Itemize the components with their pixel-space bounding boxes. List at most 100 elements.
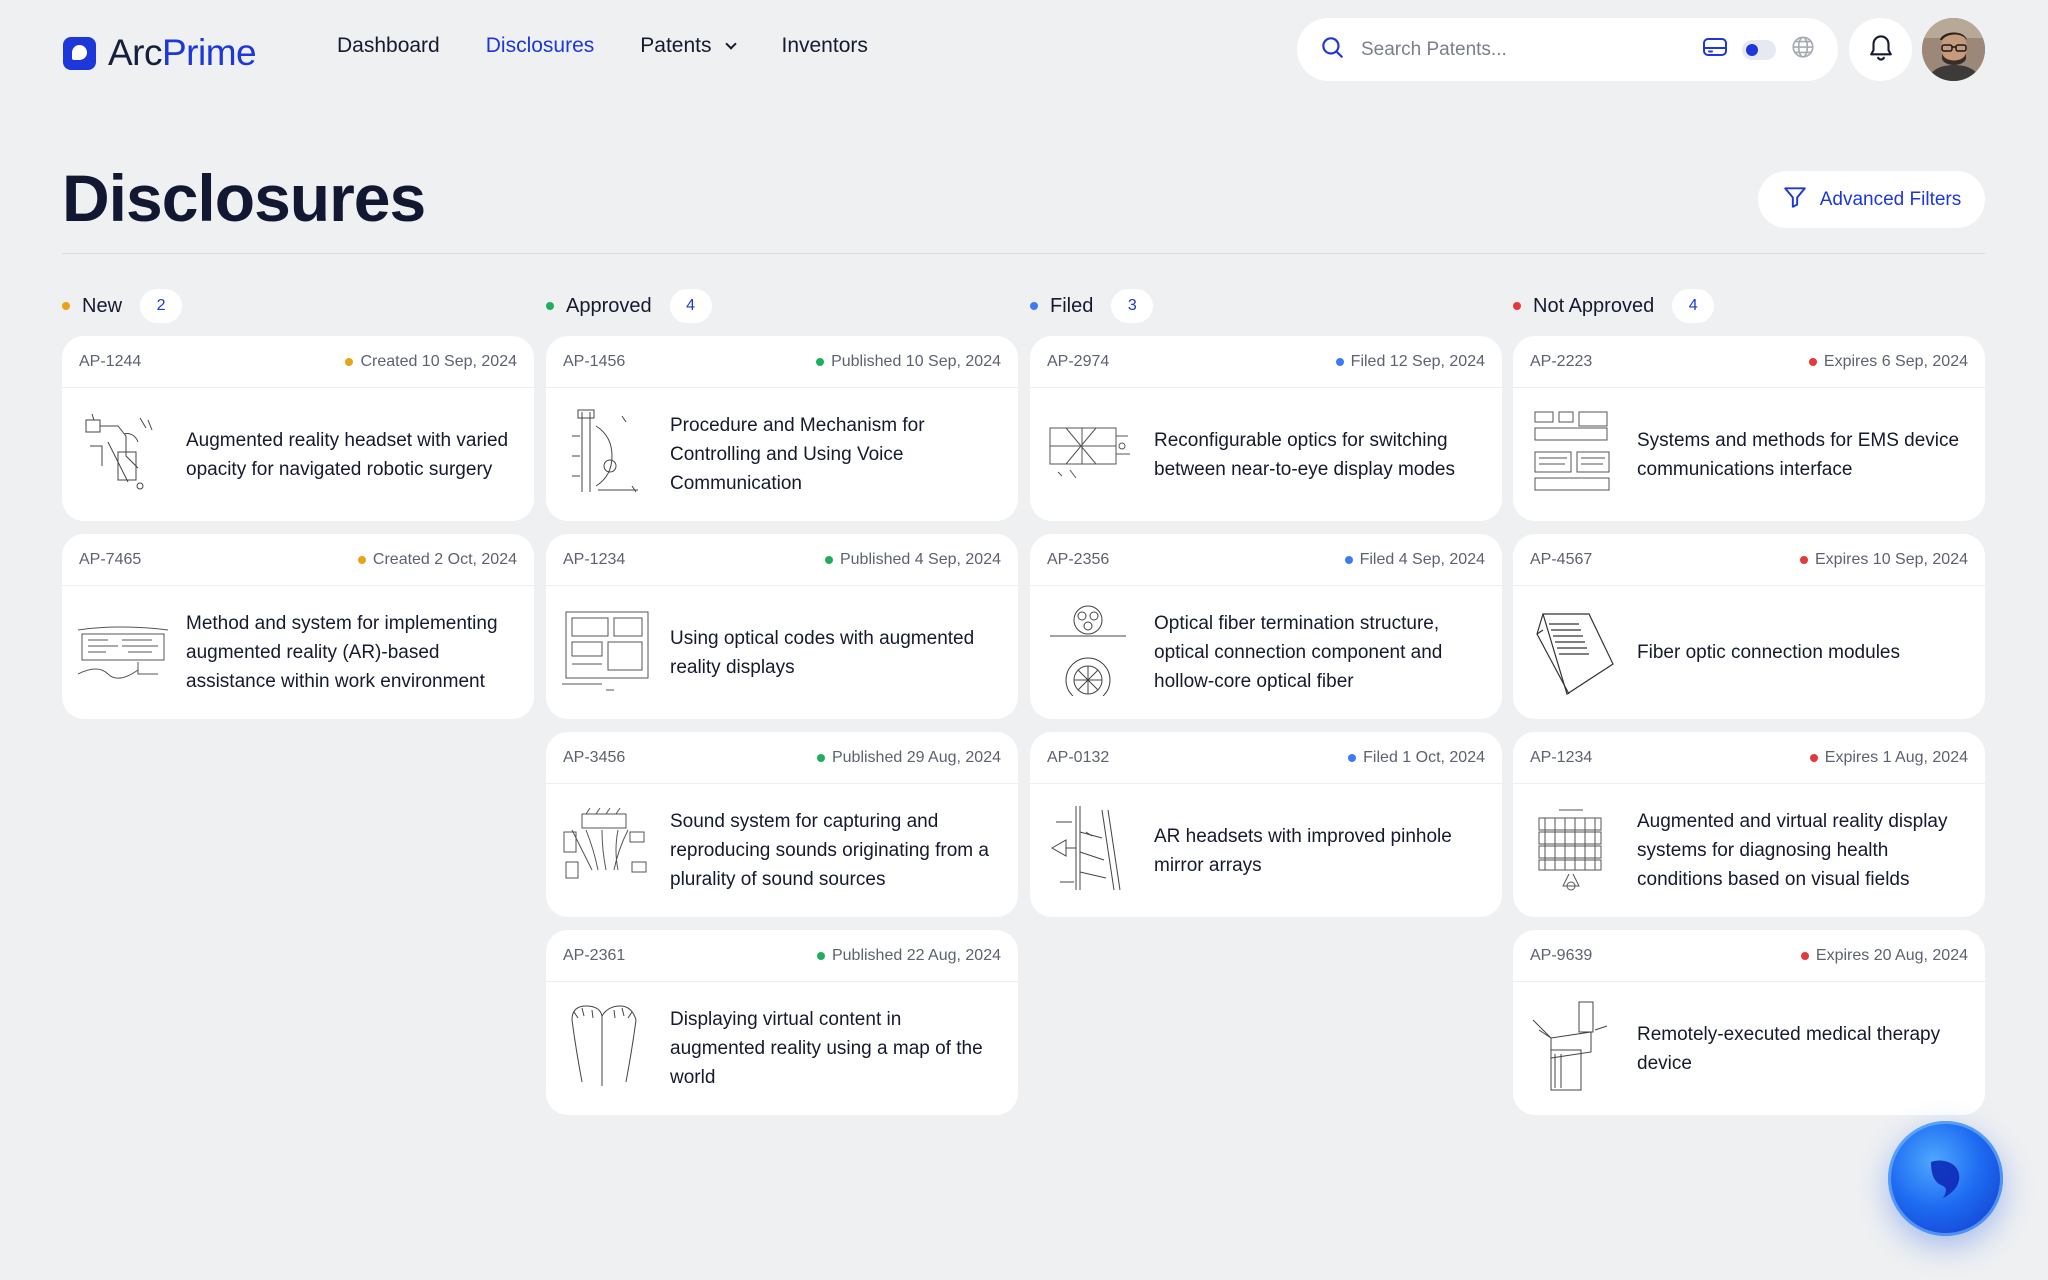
status-dot xyxy=(1809,753,1818,762)
card-date-text: Expires 20 Aug, 2024 xyxy=(1815,946,1968,964)
card-header: AP-3456 Published 29 Aug, 2024 xyxy=(546,732,1018,784)
search-icon xyxy=(1319,34,1345,65)
card-header: AP-1234 Published 4 Sep, 2024 xyxy=(546,534,1018,586)
card-date: Expires 6 Sep, 2024 xyxy=(1808,352,1968,371)
column-count-badge: 4 xyxy=(1672,289,1715,323)
bell-icon xyxy=(1867,33,1895,66)
card-header: AP-0132 Filed 1 Oct, 2024 xyxy=(1030,732,1502,784)
card-date: Published 4 Sep, 2024 xyxy=(824,550,1001,569)
card-date: Filed 1 Oct, 2024 xyxy=(1348,749,1485,767)
status-dot xyxy=(1344,555,1353,564)
disclosure-card[interactable]: AP-2223 Expires 6 Sep, 2024 Systems and me… xyxy=(1513,336,1985,521)
card-date: Created 2 Oct, 2024 xyxy=(357,551,517,569)
card-icon[interactable] xyxy=(1702,36,1728,63)
disclosure-card[interactable]: AP-7465 Created 2 Oct, 2024 Method and sys… xyxy=(62,534,534,719)
card-title: AR headsets with improved pinhole mirror… xyxy=(1154,825,1452,876)
disclosure-card[interactable]: AP-1234 Expires 1 Aug, 2024 Augmented and … xyxy=(1513,732,1985,917)
card-title: Systems and methods for EMS device commu… xyxy=(1637,429,1960,480)
card-date: Published 22 Aug, 2024 xyxy=(816,946,1001,965)
disclosure-card[interactable]: AP-2356 Filed 4 Sep, 2024 Optical fiber te… xyxy=(1030,534,1502,719)
card-date-text: Published 4 Sep, 2024 xyxy=(839,550,1001,568)
card-body: Reconfigurable optics for switching betw… xyxy=(1030,388,1502,521)
card-header: AP-2974 Filed 12 Sep, 2024 xyxy=(1030,336,1502,388)
card-header: AP-2223 Expires 6 Sep, 2024 xyxy=(1513,336,1985,388)
card-date: Filed 12 Sep, 2024 xyxy=(1335,353,1485,371)
card-header: AP-2356 Filed 4 Sep, 2024 xyxy=(1030,534,1502,586)
nav-inventors[interactable]: Inventors xyxy=(781,34,867,58)
card-date-text: Filed 4 Sep, 2024 xyxy=(1359,550,1485,568)
assistant-button[interactable] xyxy=(1888,1121,2003,1236)
card-body: Procedure and Mechanism for Controlling … xyxy=(546,388,1018,521)
nav-disclosures[interactable]: Disclosures xyxy=(486,34,595,58)
card-date-text: Created 10 Sep, 2024 xyxy=(360,352,517,370)
notifications-button[interactable] xyxy=(1849,18,1912,81)
toggle-switch[interactable] xyxy=(1742,39,1776,60)
card-date-text: Published 10 Sep, 2024 xyxy=(831,352,1001,370)
disclosure-card[interactable]: AP-9639 Expires 20 Aug, 2024 Remotely-exec… xyxy=(1513,930,1985,1115)
arcprime-logo[interactable]: ArcPrime xyxy=(63,32,257,74)
disclosure-card[interactable]: AP-0132 Filed 1 Oct, 2024 AR headsets with… xyxy=(1030,732,1502,917)
column-header: Approved 4 xyxy=(546,286,1018,326)
card-date-text: Expires 6 Sep, 2024 xyxy=(1823,352,1968,370)
column-header: Filed 3 xyxy=(1030,286,1502,326)
disclosure-card[interactable]: AP-2974 Filed 12 Sep, 2024 Reconfigurable … xyxy=(1030,336,1502,521)
globe-icon[interactable] xyxy=(1790,34,1816,65)
card-id: AP-7465 xyxy=(79,550,142,568)
disclosure-card[interactable]: AP-2361 Published 22 Aug, 2024 Displaying … xyxy=(546,930,1018,1115)
status-dot xyxy=(357,555,366,564)
status-dot xyxy=(1513,302,1521,310)
patent-drawing-thumbnail xyxy=(562,1000,652,1097)
column-not-approved: Not Approved 4 AP-2223 Expires 6 Sep, 2024 S… xyxy=(1513,286,1985,1115)
card-date: Expires 10 Sep, 2024 xyxy=(1800,551,1968,569)
disclosure-card[interactable]: AP-1456 Published 10 Sep, 2024 Procedure a… xyxy=(546,336,1018,521)
card-title: Sound system for capturing and reproduci… xyxy=(670,811,989,890)
card-body: Fiber optic connection modules xyxy=(1513,586,1985,719)
main-nav: Dashboard Disclosures Patents Inventors xyxy=(337,34,868,58)
logo-mark-icon xyxy=(63,36,96,70)
card-date-text: Published 22 Aug, 2024 xyxy=(831,946,1001,964)
card-header: AP-1234 Expires 1 Aug, 2024 xyxy=(1513,732,1985,784)
patent-drawing-thumbnail xyxy=(1529,604,1619,701)
card-date-text: Filed 1 Oct, 2024 xyxy=(1363,748,1485,766)
patent-drawing-thumbnail xyxy=(1529,406,1619,503)
card-title: Augmented reality headset with varied op… xyxy=(186,429,509,480)
advanced-filters-button[interactable]: Advanced Filters xyxy=(1758,171,1985,228)
card-title: Method and system for implementing augme… xyxy=(186,613,498,692)
card-title: Reconfigurable optics for switching betw… xyxy=(1154,429,1456,480)
card-id: AP-2361 xyxy=(563,946,626,964)
disclosure-card[interactable]: AP-1234 Published 4 Sep, 2024 Using optica… xyxy=(546,534,1018,719)
nav-dashboard[interactable]: Dashboard xyxy=(337,34,440,58)
column-title: Filed xyxy=(1050,294,1094,317)
card-date-text: Expires 1 Aug, 2024 xyxy=(1824,748,1968,766)
card-body: Displaying virtual content in augmented … xyxy=(546,982,1018,1115)
patent-drawing-thumbnail xyxy=(1529,1000,1619,1097)
card-id: AP-3456 xyxy=(563,748,626,766)
avatar[interactable] xyxy=(1922,18,1985,81)
logo-text: ArcPrime xyxy=(108,32,257,73)
card-header: AP-9639 Expires 20 Aug, 2024 xyxy=(1513,930,1985,982)
card-date: Published 10 Sep, 2024 xyxy=(816,353,1001,371)
card-id: AP-0132 xyxy=(1047,748,1110,766)
disclosure-card[interactable]: AP-3456 Published 29 Aug, 2024 Sound syste… xyxy=(546,732,1018,917)
card-body: Remotely-executed medical therapy device xyxy=(1513,982,1985,1115)
card-date-text: Published 29 Aug, 2024 xyxy=(831,748,1001,766)
search-input[interactable] xyxy=(1361,38,1661,61)
status-dot xyxy=(62,302,70,310)
card-id: AP-2356 xyxy=(1047,550,1110,568)
column-count-badge: 4 xyxy=(669,289,712,323)
status-dot xyxy=(1800,555,1808,564)
disclosure-card[interactable]: AP-1244 Created 10 Sep, 2024 Augmented rea… xyxy=(62,336,534,521)
disclosure-card[interactable]: AP-4567 Expires 10 Sep, 2024 Fiber optic c… xyxy=(1513,534,1985,719)
card-header: AP-1244 Created 10 Sep, 2024 xyxy=(62,336,534,388)
nav-patents[interactable]: Patents xyxy=(640,34,738,58)
card-header: AP-1456 Published 10 Sep, 2024 xyxy=(546,336,1018,388)
card-title: Fiber optic connection modules xyxy=(1637,642,1900,663)
filter-icon xyxy=(1782,184,1808,216)
card-body: Systems and methods for EMS device commu… xyxy=(1513,388,1985,521)
card-title: Augmented and virtual reality display sy… xyxy=(1637,811,1948,890)
status-dot xyxy=(824,555,833,564)
status-dot xyxy=(816,753,825,762)
patent-drawing-thumbnail xyxy=(562,802,652,899)
card-title: Procedure and Mechanism for Controlling … xyxy=(670,415,925,494)
card-date: Expires 20 Aug, 2024 xyxy=(1800,946,1968,965)
